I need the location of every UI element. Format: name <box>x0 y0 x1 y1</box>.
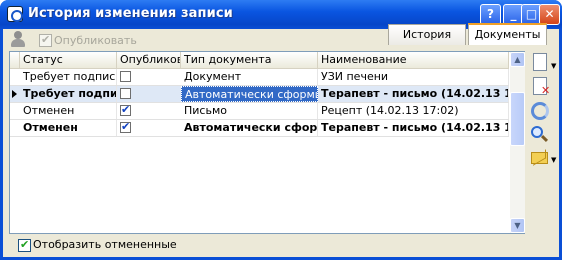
published-checkbox[interactable] <box>120 71 131 82</box>
vertical-scrollbar[interactable]: ▲ ▼ <box>510 52 525 233</box>
column-header-doc-type[interactable]: Тип документа <box>181 52 318 69</box>
published-checkbox[interactable]: ✔ <box>120 120 131 133</box>
table-row-selected[interactable]: Требует подписи Автоматически сформирова… <box>10 86 509 103</box>
new-document-icon <box>533 53 547 71</box>
refresh-icon <box>531 102 549 120</box>
name-cell: Терапевт - письмо (14.02.13 17:05) <box>318 86 509 102</box>
email-dropdown-icon[interactable]: ▼ <box>551 156 558 164</box>
email-button[interactable] <box>529 148 551 170</box>
status-cell: Требует подписи <box>20 86 117 102</box>
publish-checkbox[interactable]: ✔ <box>39 33 52 47</box>
new-document-button[interactable] <box>529 52 551 74</box>
column-header-published[interactable]: Опубликован <box>117 52 181 69</box>
row-indicator <box>10 69 20 86</box>
delete-document-button[interactable] <box>529 76 551 98</box>
table-header: Статус Опубликован Тип документа Наимено… <box>10 52 509 69</box>
check-mark-icon: ✔ <box>41 33 51 46</box>
name-cell: Рецепт (14.02.13 17:02) <box>318 103 509 119</box>
doc-type-cell: Автоматически сформирован <box>181 86 318 102</box>
search-button[interactable] <box>529 125 551 147</box>
column-header-name[interactable]: Наименование <box>318 52 509 69</box>
user-icon <box>9 31 27 49</box>
refresh-button[interactable] <box>529 101 551 123</box>
row-indicator-header <box>10 52 20 69</box>
delete-document-icon <box>533 77 550 97</box>
check-mark-icon: ✔ <box>20 238 30 251</box>
close-button[interactable]: ✕ <box>539 4 560 25</box>
documents-table: Статус Опубликован Тип документа Наимено… <box>9 51 525 234</box>
table-row[interactable]: Требует подписи Документ УЗИ печени <box>10 69 509 86</box>
status-cell: Отменен <box>20 103 117 119</box>
row-indicator <box>10 86 20 103</box>
column-header-status[interactable]: Статус <box>20 52 117 69</box>
new-document-dropdown-icon[interactable]: ▼ <box>551 62 558 70</box>
scroll-down-button[interactable]: ▼ <box>510 218 525 233</box>
window-title: История изменения записи <box>28 6 233 21</box>
scroll-thumb[interactable] <box>510 92 525 146</box>
doc-type-cell: Письмо <box>181 103 318 119</box>
show-cancelled-checkbox[interactable]: ✔ <box>18 238 31 252</box>
doc-type-cell: Документ <box>181 69 318 85</box>
status-cell: Отменен <box>20 120 117 136</box>
row-indicator <box>10 103 20 120</box>
tab-documents[interactable]: Документы <box>468 23 547 45</box>
published-checkbox[interactable]: ✔ <box>120 103 131 116</box>
doc-type-cell: Автоматически сформирован <box>181 120 318 136</box>
help-button[interactable]: ? <box>480 4 501 25</box>
table-row[interactable]: Отменен ✔ Автоматически сформирован Тера… <box>10 120 509 137</box>
status-cell: Требует подписи <box>20 69 117 85</box>
scroll-up-button[interactable]: ▲ <box>510 52 525 67</box>
current-row-arrow-icon <box>12 90 17 98</box>
name-cell: Терапевт - письмо (14.02.13 17:01) <box>318 120 509 136</box>
history-window: История изменения записи ? _ □ ✕ ✔ Опубл… <box>0 0 562 260</box>
publish-label: Опубликовать <box>54 34 137 47</box>
check-mark-icon: ✔ <box>121 103 131 116</box>
show-cancelled-label: Отобразить отмененные <box>33 238 177 251</box>
table-row[interactable]: Отменен ✔ Письмо Рецепт (14.02.13 17:02) <box>10 103 509 120</box>
tab-history[interactable]: История <box>388 24 466 45</box>
name-cell: УЗИ печени <box>318 69 509 85</box>
check-mark-icon: ✔ <box>121 120 131 133</box>
app-icon <box>7 6 23 22</box>
row-indicator <box>10 120 20 137</box>
email-icon <box>531 152 548 164</box>
published-checkbox[interactable] <box>120 88 131 99</box>
